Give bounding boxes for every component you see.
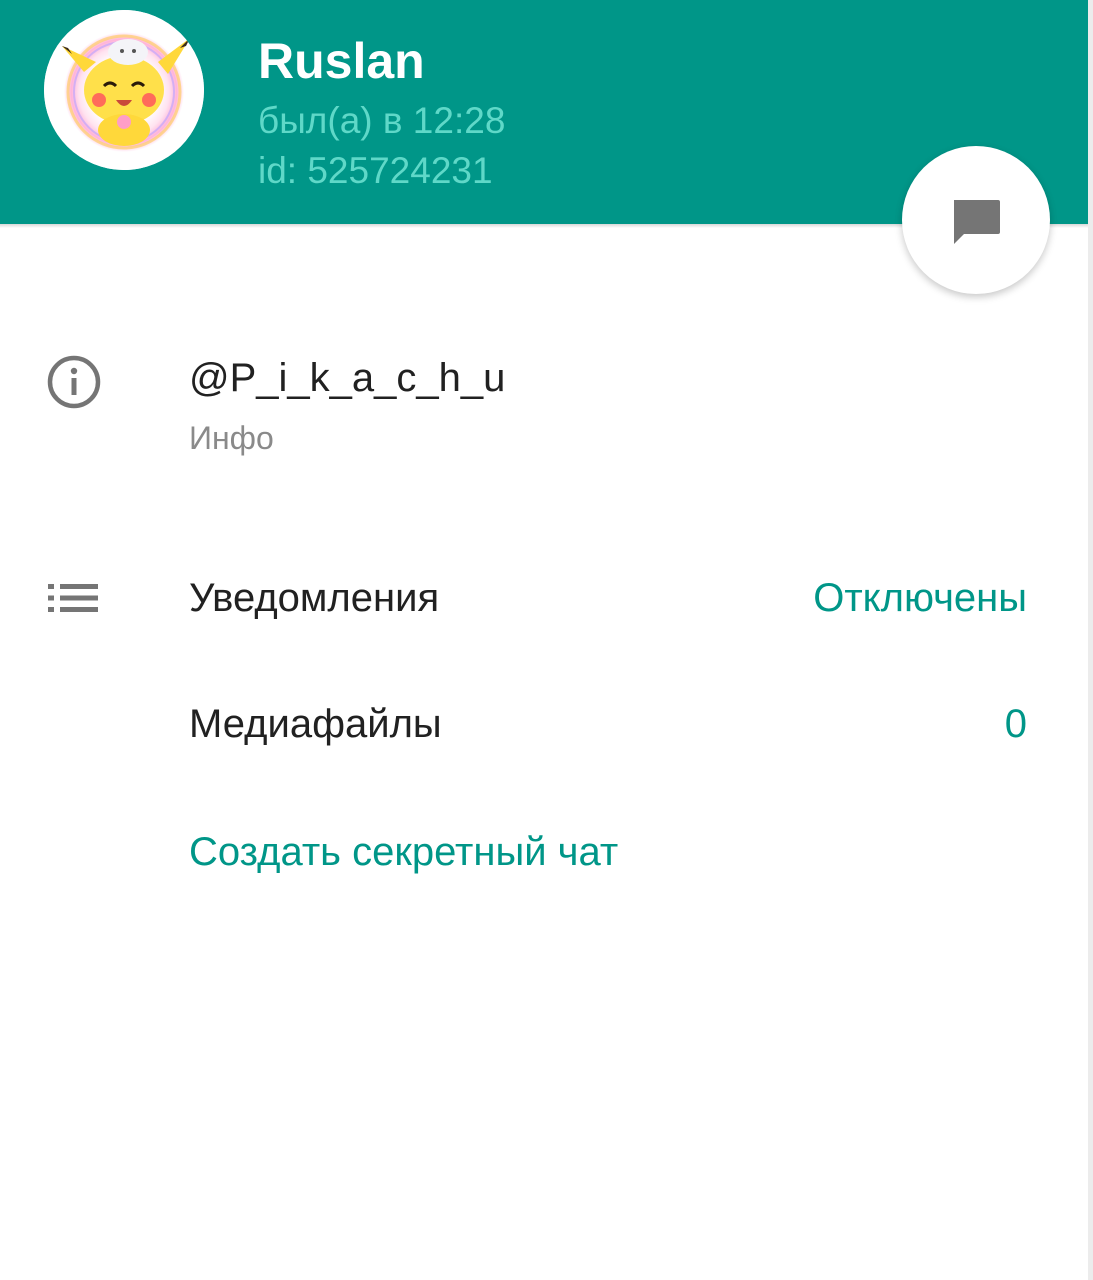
- notifications-row[interactable]: Уведомления Отключены: [0, 548, 1093, 648]
- avatar[interactable]: [44, 10, 204, 170]
- chat-bubble-icon: [954, 200, 1000, 244]
- info-icon: [47, 355, 101, 409]
- info-label: Инфо: [189, 420, 274, 456]
- send-message-button[interactable]: [902, 146, 1050, 294]
- notifications-value: Отключены: [813, 576, 1027, 620]
- user-id: id: 525724231: [258, 150, 493, 191]
- username[interactable]: @P_i_k_a_c_h_u: [189, 356, 505, 401]
- last-seen-status: был(а) в 12:28: [258, 100, 506, 141]
- profile-screen: Ruslan был(а) в 12:28 id: 525724231 @P_i…: [0, 0, 1093, 1280]
- screen-edge: [1088, 0, 1093, 1280]
- media-row[interactable]: Медиафайлы 0: [0, 676, 1093, 776]
- media-label: Медиафайлы: [189, 702, 442, 746]
- secret-chat-row[interactable]: Создать секретный чат: [0, 804, 1093, 904]
- media-count: 0: [1004, 702, 1027, 746]
- list-icon: [48, 584, 98, 612]
- create-secret-chat-button[interactable]: Создать секретный чат: [189, 830, 618, 875]
- notifications-label: Уведомления: [189, 576, 440, 620]
- pikachu-avatar-icon: [44, 10, 204, 170]
- profile-name: Ruslan: [258, 33, 425, 89]
